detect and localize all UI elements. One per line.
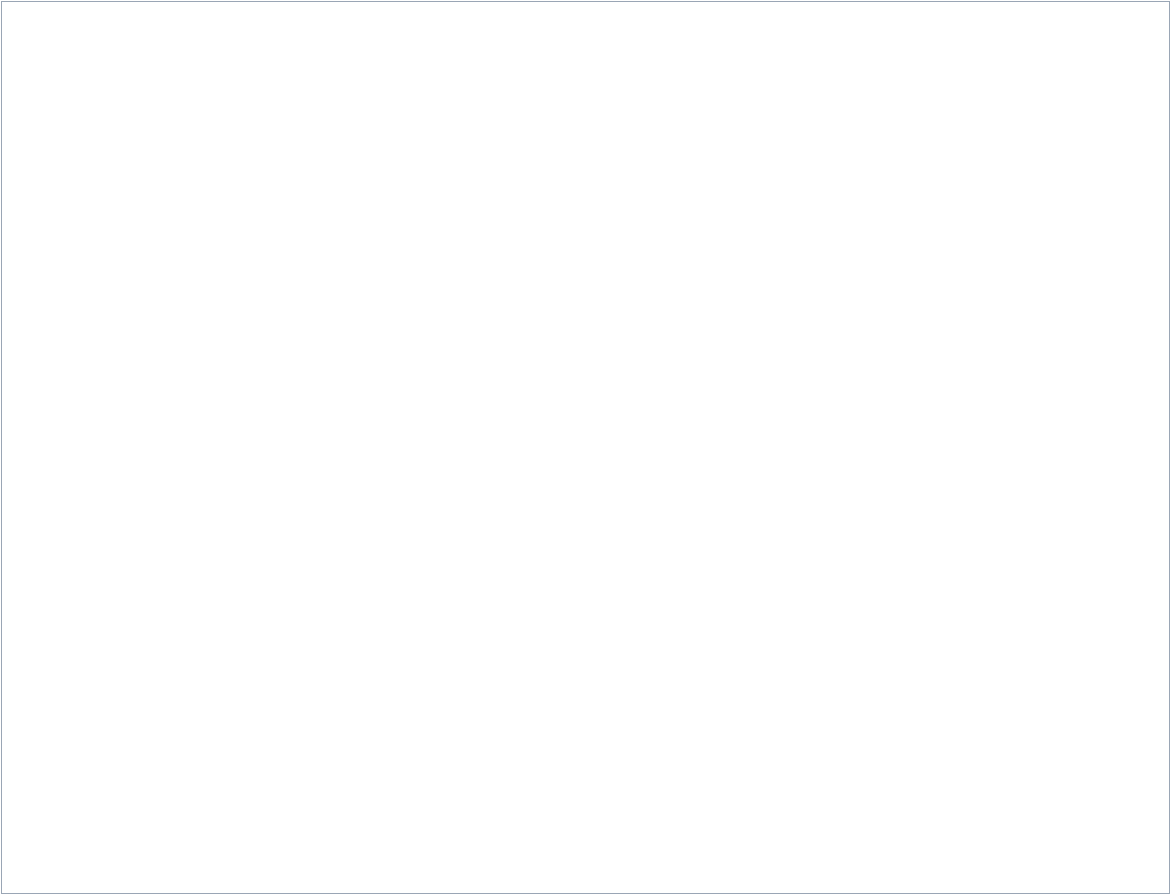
scrollbar-down-button[interactable] (1121, 834, 1146, 860)
scrollbar-up-button[interactable] (1121, 90, 1146, 116)
watermark-text: https://blog.csdn.net/QJueo (962, 866, 1151, 883)
terminal-text: PC>ping 198.172.5.3 Ping 198.172.5.3: 32… (28, 95, 618, 855)
terminal-output[interactable]: PC>ping 198.172.5.3 Ping 198.172.5.3: 32… (23, 90, 1120, 860)
window-frame-right (1164, 2, 1170, 893)
command-line-panel: PC>ping 198.172.5.3 Ping 198.172.5.3: 32… (22, 89, 1147, 861)
tab-3[interactable]: UDP发包工具 (416, 54, 530, 90)
chevron-down-icon (1128, 844, 1139, 851)
pc1-window: PC1 基础配置 命令行 组播 UDP发包工具 串口 PC>ping 198.172.5… (0, 0, 1172, 896)
terminal-scrollbar[interactable] (1120, 90, 1146, 860)
scrollbar-track[interactable] (1122, 807, 1146, 834)
tab-1[interactable]: 命令行 (158, 54, 284, 90)
tab-2[interactable]: 组播 (288, 54, 412, 90)
chevron-up-icon (1128, 100, 1139, 107)
window-content: 基础配置 命令行 组播 UDP发包工具 串口 PC>ping 198.172.5.3 P… (8, 32, 1163, 893)
window-titlebar[interactable]: PC1 (8, 3, 1163, 31)
window-title: PC1 (18, 7, 48, 24)
tab-0[interactable]: 基础配置 (30, 54, 154, 90)
window-bottom-bar: https://blog.csdn.net/QJueo (8, 861, 1163, 893)
scrollbar-thumb[interactable] (1122, 117, 1146, 807)
tab-strip: 基础配置 命令行 组播 UDP发包工具 串口 (8, 32, 1163, 90)
tab-4[interactable]: 串口 (534, 54, 652, 90)
